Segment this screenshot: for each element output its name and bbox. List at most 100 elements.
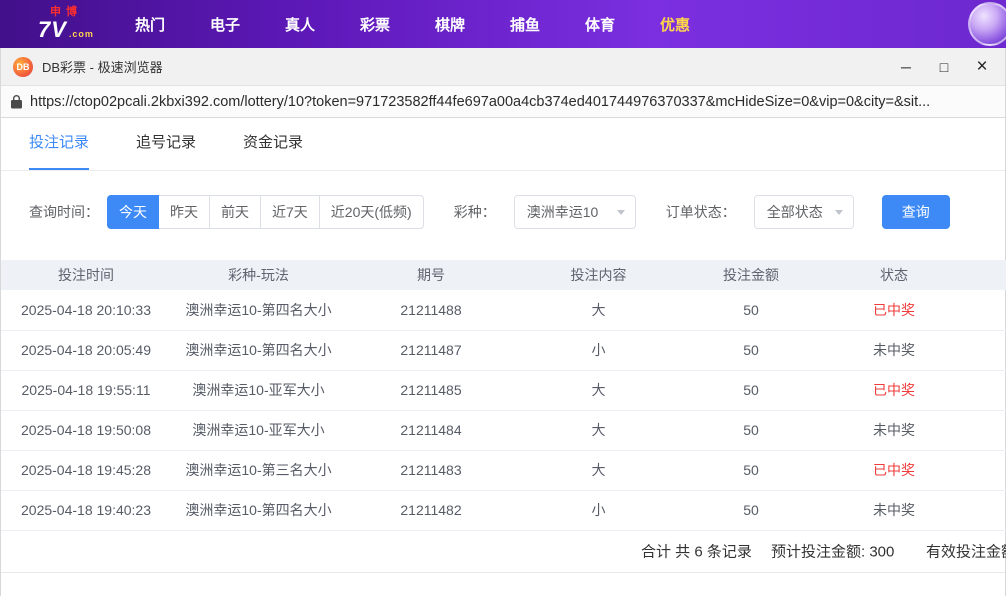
- address-bar[interactable]: https://ctop02pcali.2kbxi392.com/lottery…: [1, 86, 1005, 118]
- cell-bet-time: 2025-04-18 19:40:23: [1, 490, 171, 530]
- browser-window: DB DB彩票 - 极速浏览器 ─ □ × https://ctop02pcal…: [0, 48, 1006, 596]
- summary-valid-amount: 有效投注金额: 2: [926, 541, 1006, 562]
- close-button[interactable]: ×: [963, 52, 1001, 82]
- cell-status: 未中奖: [821, 410, 1006, 450]
- summary-expected-amount: 预计投注金额: 300: [771, 541, 894, 562]
- order-status-select[interactable]: 全部状态: [754, 195, 854, 229]
- cell-issue: 21211482: [346, 490, 516, 530]
- cell-game: 澳洲幸运10-第四名大小: [171, 490, 346, 530]
- cell-status: 已中奖: [821, 290, 1006, 330]
- bet-records-table: 投注时间 彩种-玩法 期号 投注内容 投注金额 状态 2025-04-18 20…: [1, 260, 1006, 531]
- lock-icon[interactable]: [11, 95, 22, 109]
- time-filter-group: 今天 昨天 前天 近7天 近20天(低频): [107, 195, 424, 229]
- table-header-row: 投注时间 彩种-玩法 期号 投注内容 投注金额 状态: [1, 260, 1006, 290]
- cell-game: 澳洲幸运10-第三名大小: [171, 450, 346, 490]
- cell-bet-time: 2025-04-18 20:10:33: [1, 290, 171, 330]
- cell-content: 大: [516, 290, 681, 330]
- site-top-nav: 申博 7V.com 热门 电子 真人 彩票 棋牌 捕鱼 体育 优惠: [0, 0, 1006, 48]
- maximize-button[interactable]: □: [925, 52, 963, 82]
- logo-main-text: 7V.com: [38, 19, 94, 41]
- col-content: 投注内容: [516, 260, 681, 290]
- summary-total-count: 合计 共 6 条记录: [641, 541, 752, 562]
- page-content: 投注记录 追号记录 资金记录 查询时间： 今天 昨天 前天 近7天 近20天(低…: [1, 118, 1005, 573]
- cell-game: 澳洲幸运10-第四名大小: [171, 290, 346, 330]
- cell-status: 未中奖: [821, 330, 1006, 370]
- col-amount: 投注金额: [681, 260, 821, 290]
- nav-item-hot[interactable]: 热门: [128, 14, 172, 35]
- cell-game: 澳洲幸运10-第四名大小: [171, 330, 346, 370]
- cell-bet-time: 2025-04-18 20:05:49: [1, 330, 171, 370]
- order-status-value: 全部状态: [767, 202, 823, 222]
- cell-status: 已中奖: [821, 450, 1006, 490]
- tab-bet-records[interactable]: 投注记录: [29, 118, 89, 170]
- nav-item-fishing[interactable]: 捕鱼: [503, 14, 547, 35]
- cell-bet-time: 2025-04-18 19:55:11: [1, 370, 171, 410]
- chevron-down-icon: [835, 210, 843, 215]
- titlebar-left: DB DB彩票 - 极速浏览器: [13, 57, 163, 77]
- cell-content: 大: [516, 410, 681, 450]
- cell-issue: 21211484: [346, 410, 516, 450]
- user-avatar[interactable]: [968, 2, 1006, 46]
- cell-amount: 50: [681, 410, 821, 450]
- filter-last20days[interactable]: 近20天(低频): [319, 195, 424, 229]
- browser-titlebar: DB DB彩票 - 极速浏览器 ─ □ ×: [1, 48, 1005, 86]
- nav-item-sports[interactable]: 体育: [578, 14, 622, 35]
- minimize-button[interactable]: ─: [887, 52, 925, 82]
- lottery-select-label: 彩种：: [454, 202, 496, 222]
- nav-item-live[interactable]: 真人: [278, 14, 322, 35]
- cell-content: 小: [516, 490, 681, 530]
- cell-issue: 21211488: [346, 290, 516, 330]
- filter-day-before[interactable]: 前天: [209, 195, 261, 229]
- chevron-down-icon: [617, 210, 625, 215]
- url-text[interactable]: https://ctop02pcali.2kbxi392.com/lottery…: [30, 94, 930, 110]
- cell-amount: 50: [681, 290, 821, 330]
- nav-item-promos[interactable]: 优惠: [653, 14, 697, 35]
- cell-game: 澳洲幸运10-亚军大小: [171, 410, 346, 450]
- order-status-label: 订单状态：: [666, 202, 736, 222]
- lottery-select[interactable]: 澳洲幸运10: [514, 195, 636, 229]
- table-row: 2025-04-18 20:05:49 澳洲幸运10-第四名大小 2121148…: [1, 330, 1006, 370]
- col-bet-time: 投注时间: [1, 260, 171, 290]
- nav-item-lottery[interactable]: 彩票: [353, 14, 397, 35]
- cell-status: 已中奖: [821, 370, 1006, 410]
- table-row: 2025-04-18 19:45:28 澳洲幸运10-第三名大小 2121148…: [1, 450, 1006, 490]
- window-title: DB彩票 - 极速浏览器: [42, 57, 163, 76]
- filter-yesterday[interactable]: 昨天: [158, 195, 210, 229]
- cell-amount: 50: [681, 450, 821, 490]
- tab-chase-records[interactable]: 追号记录: [136, 118, 196, 170]
- cell-amount: 50: [681, 490, 821, 530]
- nav-item-cards[interactable]: 棋牌: [428, 14, 472, 35]
- cell-content: 大: [516, 450, 681, 490]
- cell-bet-time: 2025-04-18 19:45:28: [1, 450, 171, 490]
- table-row: 2025-04-18 19:50:08 澳洲幸运10-亚军大小 21211484…: [1, 410, 1006, 450]
- time-filter-label: 查询时间：: [29, 202, 99, 222]
- cell-issue: 21211487: [346, 330, 516, 370]
- screen: 申博 7V.com 热门 电子 真人 彩票 棋牌 捕鱼 体育 优惠 DB DB彩…: [0, 0, 1006, 596]
- cell-status: 未中奖: [821, 490, 1006, 530]
- nav-item-slots[interactable]: 电子: [203, 14, 247, 35]
- cell-amount: 50: [681, 330, 821, 370]
- filter-last7days[interactable]: 近7天: [260, 195, 320, 229]
- window-controls: ─ □ ×: [887, 52, 1001, 82]
- site-nav-menu: 热门 电子 真人 彩票 棋牌 捕鱼 体育 优惠: [128, 14, 697, 35]
- lottery-select-value: 澳洲幸运10: [527, 202, 599, 222]
- cell-amount: 50: [681, 370, 821, 410]
- cell-content: 大: [516, 370, 681, 410]
- cell-game: 澳洲幸运10-亚军大小: [171, 370, 346, 410]
- filter-bar: 查询时间： 今天 昨天 前天 近7天 近20天(低频) 彩种： 澳洲幸运10 订…: [29, 195, 1005, 229]
- cell-content: 小: [516, 330, 681, 370]
- cell-bet-time: 2025-04-18 19:50:08: [1, 410, 171, 450]
- col-game: 彩种-玩法: [171, 260, 346, 290]
- record-tabs: 投注记录 追号记录 资金记录: [1, 118, 1005, 171]
- col-issue: 期号: [346, 260, 516, 290]
- site-logo[interactable]: 申博 7V.com: [38, 7, 94, 41]
- summary-bar: 合计 共 6 条记录 预计投注金额: 300 有效投注金额: 2: [1, 531, 1005, 573]
- cell-issue: 21211483: [346, 450, 516, 490]
- cell-issue: 21211485: [346, 370, 516, 410]
- tab-fund-records[interactable]: 资金记录: [243, 118, 303, 170]
- query-button[interactable]: 查询: [882, 195, 950, 229]
- col-status: 状态: [821, 260, 1006, 290]
- filter-today[interactable]: 今天: [107, 195, 159, 229]
- table-row: 2025-04-18 19:40:23 澳洲幸运10-第四名大小 2121148…: [1, 490, 1006, 530]
- db-app-icon: DB: [13, 57, 33, 77]
